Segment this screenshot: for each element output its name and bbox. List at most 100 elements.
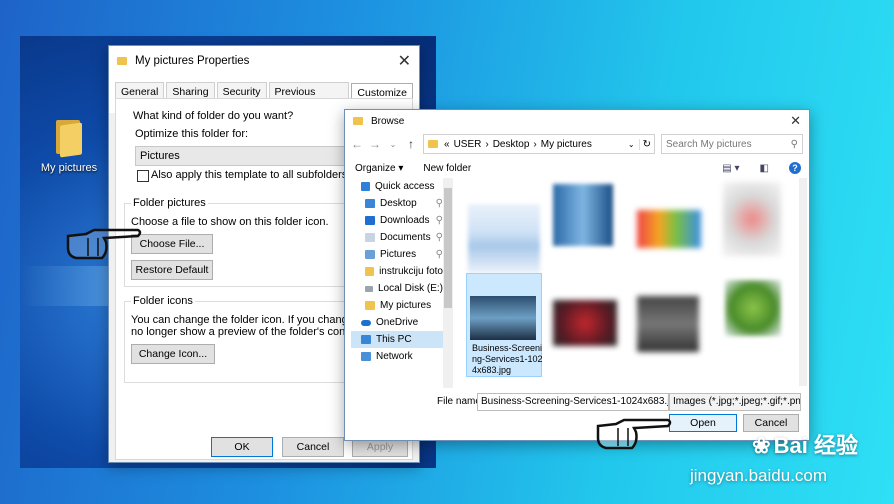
nav-label: Local Disk (E:) xyxy=(377,283,443,294)
computer-icon xyxy=(361,335,371,344)
selected-file-caption-3: 4x683.jpg xyxy=(472,365,512,375)
address-bar[interactable]: « USER › Desktop › My pictures ⌄ ↻ xyxy=(423,134,655,154)
properties-title: My pictures Properties xyxy=(135,55,250,67)
nav-network[interactable]: Network xyxy=(351,348,443,365)
nav-label: OneDrive xyxy=(376,317,419,328)
pictures-icon xyxy=(365,250,375,259)
folder-icons-desc-1: You can change the folder icon. If you c… xyxy=(131,314,378,326)
breadcrumb-separator-icon: › xyxy=(533,138,537,150)
breadcrumb-my-pictures[interactable]: My pictures xyxy=(541,139,592,150)
breadcrumb-more[interactable]: « xyxy=(444,139,450,150)
folder-icon xyxy=(365,267,375,276)
organize-menu[interactable]: Organize ▾ xyxy=(355,163,403,174)
search-placeholder: Search My pictures xyxy=(666,138,752,150)
apply-subfolders-checkbox[interactable] xyxy=(137,170,149,182)
breadcrumb-separator-icon: › xyxy=(485,138,489,150)
nav-downloads[interactable]: Downloads ⚲ xyxy=(351,212,443,229)
folder-pictures-desc: Choose a file to show on this folder ico… xyxy=(131,216,329,228)
folder-icon xyxy=(117,57,127,65)
file-thumbnail[interactable] xyxy=(553,300,617,346)
optimize-label: Optimize this folder for: xyxy=(135,128,249,140)
folder-icon xyxy=(54,118,84,158)
nav-my-pictures[interactable]: My pictures xyxy=(351,297,443,314)
file-thumbnail[interactable] xyxy=(637,210,701,248)
close-icon[interactable]: ✕ xyxy=(790,113,801,129)
optimize-select[interactable]: Pictures xyxy=(135,146,345,166)
nav-label: Quick access xyxy=(375,181,435,192)
download-icon xyxy=(365,216,375,225)
file-type-select[interactable]: Images (*.jpg;*.jpeg;*.gif;*.png; xyxy=(669,393,801,411)
nav-label: Desktop xyxy=(380,198,417,209)
nav-instrukciju-foto[interactable]: instrukciju foto xyxy=(351,263,443,280)
file-thumbnail[interactable] xyxy=(723,182,781,256)
folder-icons-desc-2: no longer show a preview of the folder's… xyxy=(131,326,373,338)
preview-pane-icon[interactable]: ◧ xyxy=(760,163,769,174)
file-thumbnail[interactable] xyxy=(725,280,781,336)
pin-icon: ⚲ xyxy=(435,232,443,243)
help-icon[interactable]: ? xyxy=(789,162,801,174)
selected-file-caption-1: Business-Screeni xyxy=(472,343,543,353)
nav-scrollbar[interactable] xyxy=(443,178,453,388)
ok-button[interactable]: OK xyxy=(211,437,273,457)
desktop-folder-my-pictures[interactable]: My pictures xyxy=(40,118,98,174)
pin-icon: ⚲ xyxy=(435,198,443,209)
navigation-pane: Quick access Desktop ⚲ Downloads ⚲ Documen… xyxy=(351,178,443,390)
nav-this-pc[interactable]: This PC xyxy=(351,331,443,348)
nav-local-disk[interactable]: Local Disk (E:) xyxy=(351,280,443,297)
pin-icon: ⚲ xyxy=(435,215,443,226)
nav-desktop[interactable]: Desktop ⚲ xyxy=(351,195,443,212)
selected-file-thumbnail[interactable] xyxy=(470,296,536,340)
forward-arrow-icon[interactable]: → xyxy=(369,137,381,151)
nav-pictures[interactable]: Pictures ⚲ xyxy=(351,246,443,263)
apply-subfolders-label: Also apply this template to all subfolde… xyxy=(151,169,348,181)
folder-icon xyxy=(353,117,363,125)
nav-label: Documents xyxy=(380,232,431,243)
nav-scroll-thumb[interactable] xyxy=(444,188,452,308)
search-input[interactable]: Search My pictures ⚲ xyxy=(661,134,803,154)
up-arrow-icon[interactable]: ↑ xyxy=(405,137,417,151)
files-scrollbar[interactable] xyxy=(799,178,807,386)
nav-label: instrukciju foto xyxy=(379,266,443,277)
nav-onedrive[interactable]: OneDrive xyxy=(351,314,443,331)
file-thumbnail[interactable] xyxy=(468,204,540,274)
back-arrow-icon[interactable]: ← xyxy=(351,137,363,151)
nav-label: Pictures xyxy=(380,249,417,260)
open-button[interactable]: Open xyxy=(669,414,737,432)
document-icon xyxy=(365,233,375,242)
nav-label: Downloads xyxy=(380,215,430,226)
file-thumbnail[interactable] xyxy=(637,296,699,352)
drive-icon xyxy=(365,285,373,292)
nav-label: This PC xyxy=(376,334,412,345)
new-folder-button[interactable]: New folder xyxy=(423,163,471,174)
file-name-input[interactable]: Business-Screening-Services1-1024x683.jp… xyxy=(477,393,669,411)
chevron-down-icon[interactable]: ⌄ xyxy=(387,140,399,149)
browse-titlebar: Browse ✕ xyxy=(345,110,809,132)
star-icon xyxy=(361,182,370,191)
desktop-icon-label: My pictures xyxy=(40,162,98,174)
browse-bottom-bar: File name: Business-Screening-Services1-… xyxy=(351,392,803,436)
address-row: ← → ⌄ ↑ « USER › Desktop › My pictures ⌄… xyxy=(351,134,803,154)
nav-documents[interactable]: Documents ⚲ xyxy=(351,229,443,246)
baidu-watermark-logo: ❀ Bai 经验 xyxy=(752,428,858,460)
folder-icons-title: Folder icons xyxy=(131,295,195,307)
cancel-button[interactable]: Cancel xyxy=(282,437,344,457)
breadcrumb-user[interactable]: USER xyxy=(454,139,482,150)
browse-title: Browse xyxy=(371,115,405,127)
cloud-icon xyxy=(361,319,371,326)
view-options-icon[interactable]: ▤ ▾ xyxy=(722,163,739,174)
refresh-icon[interactable]: ↻ xyxy=(638,138,654,150)
file-thumbnail[interactable] xyxy=(553,184,613,246)
watermark-url: jingyan.baidu.com xyxy=(690,466,828,485)
browse-dialog: Browse ✕ ← → ⌄ ↑ « USER › Desktop › My p… xyxy=(344,109,810,441)
nav-label: Network xyxy=(376,351,413,362)
pin-icon: ⚲ xyxy=(435,249,443,260)
breadcrumb-desktop[interactable]: Desktop xyxy=(493,139,530,150)
browse-toolbar: Organize ▾ New folder ▤ ▾ ◧ ? xyxy=(355,160,801,176)
folder-icon xyxy=(365,301,375,310)
watermark-brand: Bai 经验 xyxy=(773,433,858,458)
nav-quick-access[interactable]: Quick access xyxy=(351,178,443,195)
change-icon-button[interactable]: Change Icon... xyxy=(131,344,215,364)
close-icon[interactable]: ✕ xyxy=(398,51,411,71)
chevron-down-icon[interactable]: ⌄ xyxy=(628,140,635,149)
pointing-hand-icon xyxy=(66,228,142,260)
